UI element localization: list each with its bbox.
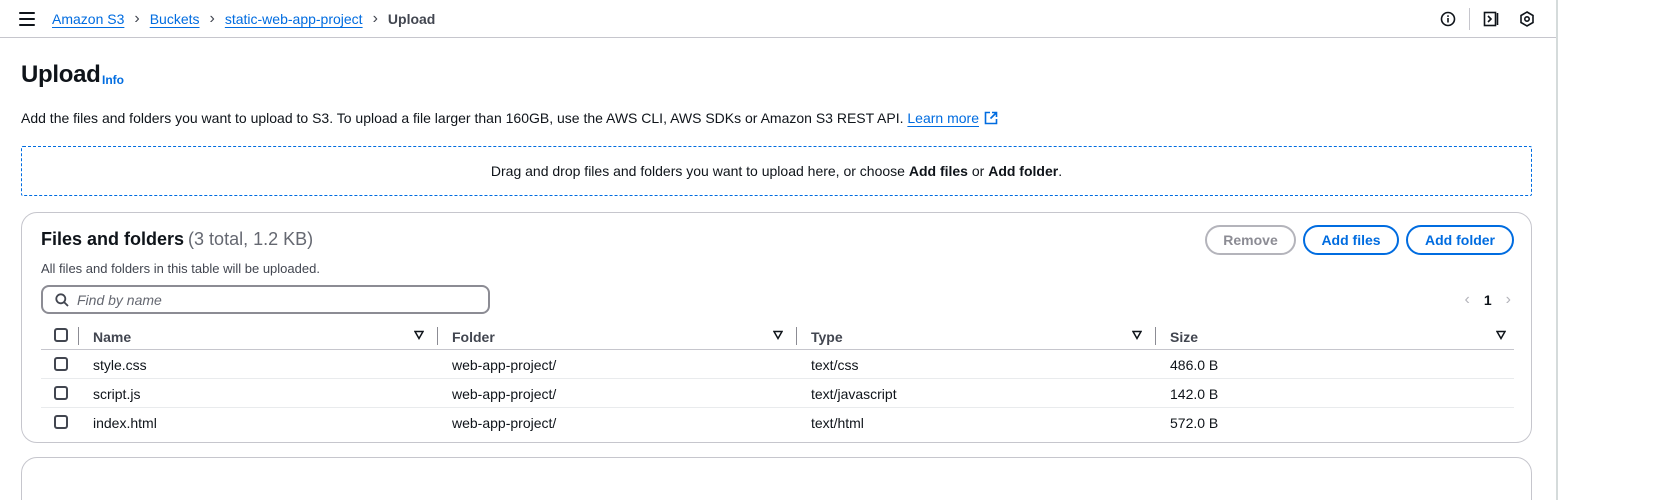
sort-icon[interactable]	[1132, 330, 1142, 340]
cell-folder: web-app-project/	[452, 357, 557, 373]
sort-icon[interactable]	[414, 330, 424, 340]
dropzone-add-folder-text: Add folder	[988, 163, 1059, 179]
next-panel	[21, 457, 1532, 500]
cell-type: text/html	[811, 415, 864, 431]
table-row[interactable]: style.css web-app-project/ text/css 486.…	[41, 350, 1514, 379]
cell-name: style.css	[93, 357, 147, 373]
cell-size: 142.0 B	[1170, 386, 1219, 402]
table-row[interactable]: index.html web-app-project/ text/html 57…	[41, 408, 1514, 437]
search-input[interactable]	[77, 291, 437, 308]
dropzone-text: Drag and drop files and folders you want…	[490, 163, 909, 179]
external-link-icon[interactable]	[984, 111, 998, 128]
sort-icon[interactable]	[773, 330, 783, 340]
search-field[interactable]	[41, 285, 490, 314]
files-and-folders-panel: Files and folders (3 total, 1.2 KB) All f…	[21, 212, 1532, 443]
files-table: Name Folder Type Size style.css web-app-…	[41, 322, 1514, 437]
cell-folder: web-app-project/	[452, 415, 557, 431]
cell-folder: web-app-project/	[452, 386, 557, 402]
description-text: Add the files and folders you want to up…	[21, 110, 904, 126]
top-navigation-bar: Amazon S3 › Buckets › static-web-app-pro…	[0, 0, 1556, 38]
panel-title-text: Files and folders	[41, 229, 185, 249]
column-divider[interactable]	[1155, 327, 1156, 345]
breadcrumb-item-bucket[interactable]: static-web-app-project	[225, 11, 363, 27]
notifications-icon[interactable]	[1480, 8, 1502, 30]
table-row[interactable]: script.js web-app-project/ text/javascri…	[41, 379, 1514, 408]
add-folder-button[interactable]: Add folder	[1406, 225, 1514, 255]
breadcrumb: Amazon S3 › Buckets › static-web-app-pro…	[52, 10, 436, 28]
column-header-name[interactable]: Name	[93, 329, 131, 345]
cell-size: 572.0 B	[1170, 415, 1219, 431]
row-checkbox[interactable]	[54, 386, 68, 400]
search-icon	[55, 292, 69, 307]
page-number[interactable]: 1	[1484, 292, 1492, 308]
cell-size: 486.0 B	[1170, 357, 1219, 373]
table-header: Name Folder Type Size	[41, 322, 1514, 350]
chevron-right-icon: ›	[209, 10, 215, 27]
breadcrumb-current: Upload	[387, 11, 436, 27]
pagination: ‹ 1 ›	[1465, 291, 1511, 309]
add-files-button[interactable]: Add files	[1303, 225, 1399, 255]
info-link[interactable]: Info	[102, 73, 124, 87]
divider	[1469, 8, 1470, 30]
cell-type: text/javascript	[811, 386, 897, 402]
dropzone-add-files-text: Add files	[908, 163, 968, 179]
breadcrumb-item-amazon-s3[interactable]: Amazon S3	[52, 11, 124, 27]
page-title: Upload	[21, 61, 101, 88]
column-divider	[78, 327, 79, 345]
column-header-folder[interactable]: Folder	[452, 329, 495, 345]
column-header-size[interactable]: Size	[1170, 329, 1198, 345]
row-checkbox[interactable]	[54, 415, 68, 429]
column-header-type[interactable]: Type	[811, 329, 843, 345]
breadcrumb-item-buckets[interactable]: Buckets	[150, 11, 200, 27]
remove-button[interactable]: Remove	[1205, 225, 1296, 255]
menu-icon[interactable]	[19, 12, 35, 26]
learn-more-link[interactable]: Learn more	[907, 110, 979, 126]
panel-count: (3 total, 1.2 KB)	[188, 229, 314, 249]
column-divider[interactable]	[437, 327, 438, 345]
chevron-right-icon[interactable]: ›	[1506, 291, 1511, 309]
dropzone-or-text: or	[967, 163, 989, 179]
chevron-right-icon: ›	[372, 10, 378, 27]
row-checkbox[interactable]	[54, 357, 68, 371]
cell-name: script.js	[93, 386, 141, 402]
panel-subtitle: All files and folders in this table will…	[41, 261, 320, 276]
dropzone-period: .	[1058, 163, 1063, 179]
panel-title: Files and folders (3 total, 1.2 KB)	[41, 229, 313, 250]
cell-name: index.html	[93, 415, 157, 431]
page-description: Add the files and folders you want to up…	[21, 110, 998, 128]
chevron-left-icon[interactable]: ‹	[1465, 291, 1470, 309]
top-icons	[1437, 8, 1556, 30]
select-all-checkbox[interactable]	[54, 328, 68, 342]
cell-type: text/css	[811, 357, 859, 373]
column-divider[interactable]	[796, 327, 797, 345]
upload-dropzone[interactable]: Drag and drop files and folders you want…	[21, 146, 1532, 196]
sort-icon[interactable]	[1496, 330, 1506, 340]
info-circle-icon[interactable]	[1437, 8, 1459, 30]
chevron-right-icon: ›	[134, 10, 140, 27]
settings-icon[interactable]	[1516, 8, 1538, 30]
scrollbar[interactable]	[1556, 0, 1677, 500]
